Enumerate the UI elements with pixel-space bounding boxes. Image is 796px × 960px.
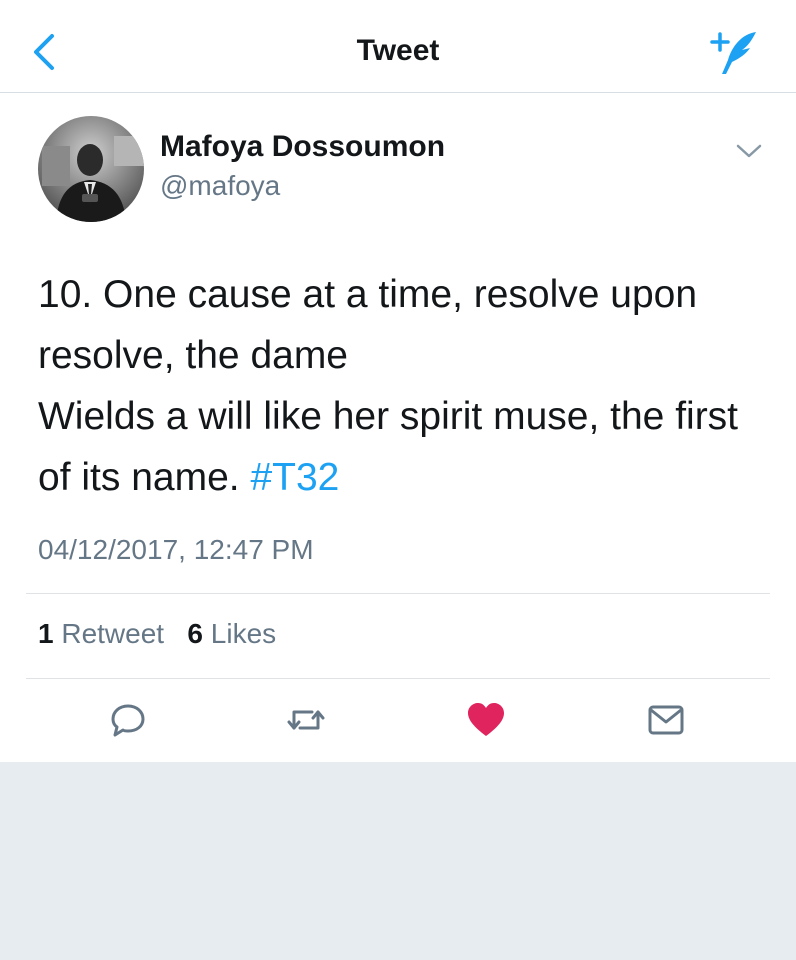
tweet-text-fragment: of its name. (38, 456, 240, 499)
user-photo-image (38, 116, 144, 222)
chevron-down-icon (736, 144, 762, 158)
retweet-icon (287, 710, 325, 730)
like-button[interactable] (464, 698, 508, 742)
retweets-stat[interactable]: 1 Retweet (38, 618, 164, 649)
reply-button[interactable] (106, 698, 150, 742)
more-options-button[interactable] (732, 138, 766, 164)
tweet-text-line-last: of its name. #T32 (38, 447, 768, 508)
engagement-stats: 1 Retweet 6 Likes (38, 618, 276, 650)
retweet-button[interactable] (284, 698, 328, 742)
tweet-detail-card: Tweet Mafoya Dossoumon @mafoya 10. One c… (0, 0, 796, 762)
tweet-text: 10. One cause at a time, resolve upon re… (38, 264, 768, 508)
tweet-text-line: 10. One cause at a time, resolve upon (38, 273, 698, 316)
hashtag-link[interactable]: #T32 (250, 456, 339, 499)
divider (26, 593, 770, 594)
likes-count: 6 (187, 618, 203, 649)
tweet-text-line: Wields a will like her spirit muse, the … (38, 395, 739, 438)
author-display-name[interactable]: Mafoya Dossoumon (160, 130, 445, 164)
page-title: Tweet (356, 34, 440, 67)
tweet-text-line: resolve, the dame (38, 334, 349, 377)
mail-icon (648, 705, 684, 735)
top-navigation-bar: Tweet (0, 0, 796, 93)
retweets-count: 1 (38, 618, 54, 649)
compose-tweet-icon (710, 32, 756, 74)
divider (26, 678, 770, 679)
likes-label: Likes (210, 618, 277, 649)
author-handle[interactable]: @mafoya (160, 170, 280, 202)
compose-tweet-button[interactable] (706, 28, 762, 78)
retweets-label: Retweet (61, 618, 165, 649)
likes-stat[interactable]: 6 Likes (187, 618, 276, 649)
share-via-dm-button[interactable] (644, 698, 688, 742)
avatar[interactable] (38, 116, 144, 222)
reply-icon (111, 704, 145, 737)
tweet-timestamp: 04/12/2017, 12:47 PM (38, 534, 314, 565)
heart-icon (468, 703, 504, 736)
